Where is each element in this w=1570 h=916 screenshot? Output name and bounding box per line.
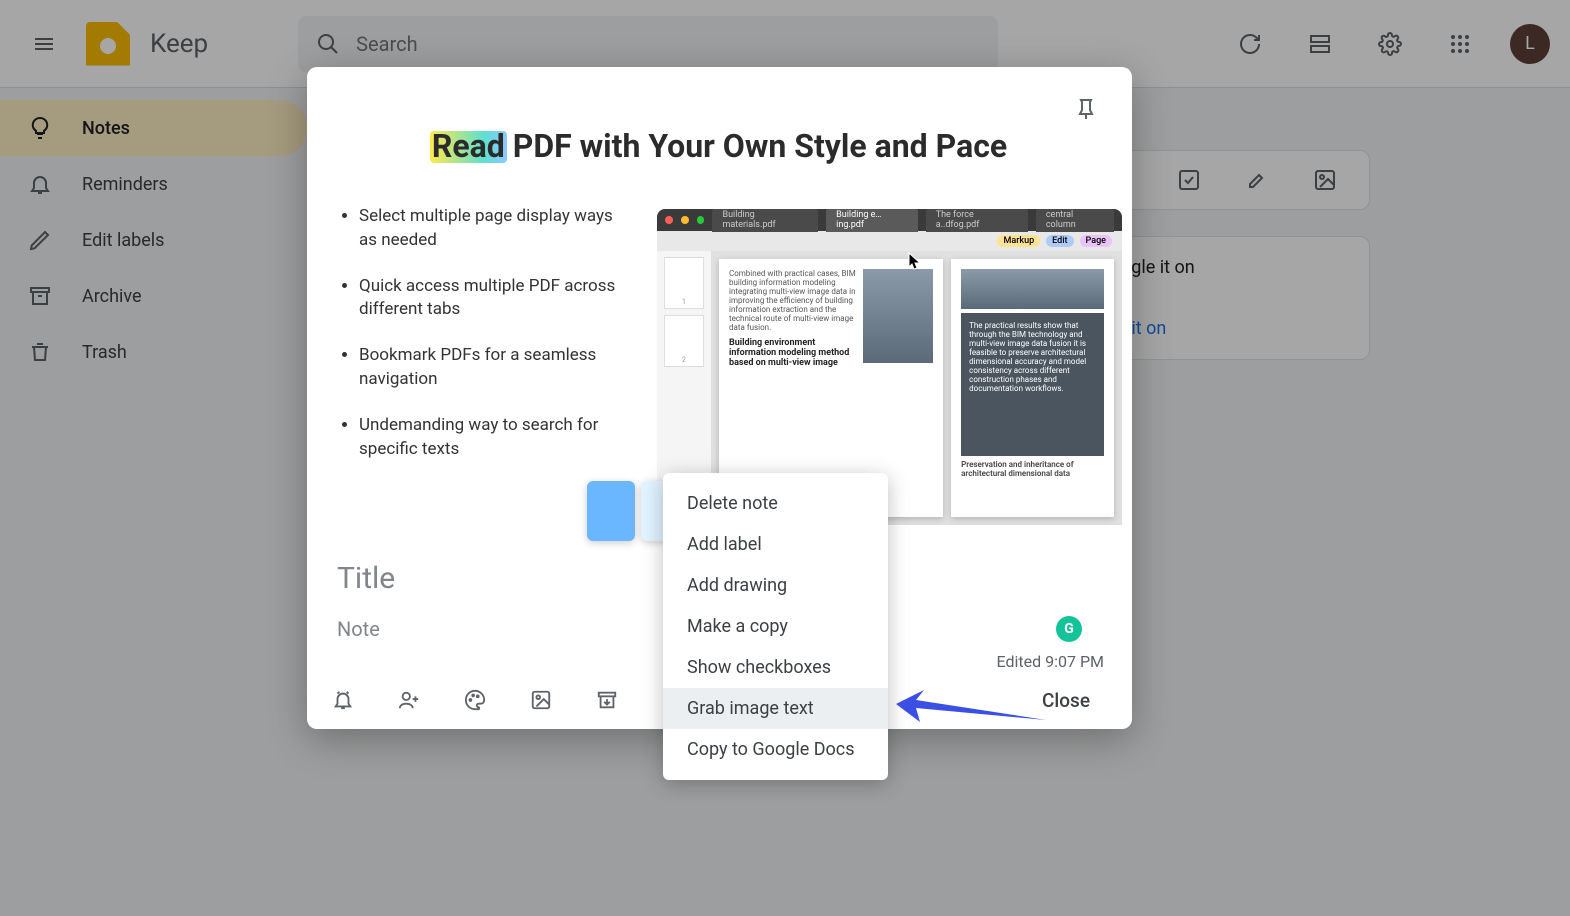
pdf-tab: Building materials.pdf bbox=[712, 209, 818, 232]
pdf-thumb: 1 bbox=[664, 257, 704, 309]
hero-bullet: Undemanding way to search for specific t… bbox=[359, 414, 627, 462]
hero-bullet: Quick access multiple PDF across differe… bbox=[359, 275, 627, 323]
note-context-menu: Delete note Add label Add drawing Make a… bbox=[663, 473, 888, 780]
menu-delete-note[interactable]: Delete note bbox=[663, 483, 888, 524]
pdf-page-right: The practical results show that through … bbox=[951, 259, 1114, 517]
menu-copy-to-docs[interactable]: Copy to Google Docs bbox=[663, 729, 888, 770]
hero-bullet: Bookmark PDFs for a seamless navigation bbox=[359, 344, 627, 392]
archive-note-icon[interactable] bbox=[593, 686, 621, 714]
pin-icon[interactable] bbox=[1066, 89, 1106, 129]
note-body-input[interactable]: Note bbox=[337, 617, 380, 641]
collaborator-icon[interactable] bbox=[395, 686, 423, 714]
grammarly-icon[interactable]: G bbox=[1056, 616, 1082, 642]
note-hero-title: Read PDF with Your Own Style and Pace bbox=[307, 127, 1132, 165]
hero-bullet-list: Select multiple page display ways as nee… bbox=[337, 205, 627, 535]
add-image-icon[interactable] bbox=[527, 686, 555, 714]
close-button[interactable]: Close bbox=[1022, 681, 1110, 720]
pdf-pill: Edit bbox=[1046, 235, 1073, 247]
menu-grab-image-text[interactable]: Grab image text bbox=[663, 688, 888, 729]
menu-add-drawing[interactable]: Add drawing bbox=[663, 565, 888, 606]
pdf-tab: central column bbox=[1036, 209, 1114, 232]
menu-add-label[interactable]: Add label bbox=[663, 524, 888, 565]
hero-bullet: Select multiple page display ways as nee… bbox=[359, 205, 627, 253]
pdf-thumb: 2 bbox=[664, 315, 704, 367]
reminder-icon[interactable] bbox=[329, 686, 357, 714]
pdf-tab: The force a..dfog.pdf bbox=[926, 209, 1028, 232]
pdf-tab: Building e…ing.pdf bbox=[826, 209, 918, 232]
menu-show-checkboxes[interactable]: Show checkboxes bbox=[663, 647, 888, 688]
menu-make-copy[interactable]: Make a copy bbox=[663, 606, 888, 647]
pdf-pill: Markup bbox=[997, 235, 1040, 247]
palette-icon[interactable] bbox=[461, 686, 489, 714]
pdf-pill: Page bbox=[1080, 235, 1112, 247]
